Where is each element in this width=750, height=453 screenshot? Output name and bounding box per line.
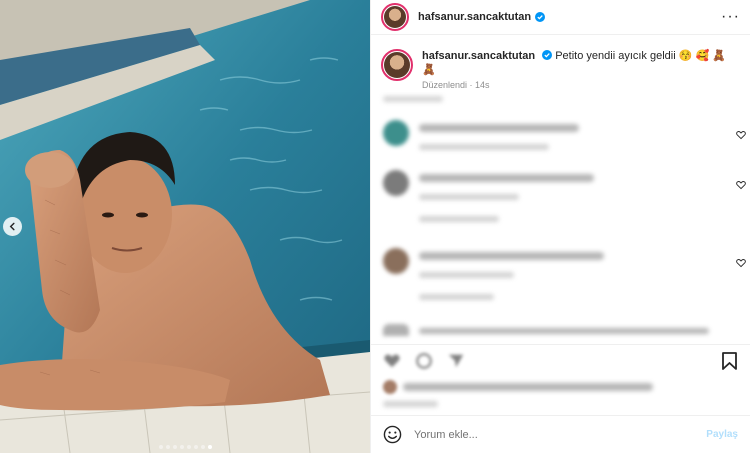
post-comment-button[interactable]: Paylaş xyxy=(706,429,738,440)
comment-avatar[interactable] xyxy=(383,120,409,146)
comment-composer: Paylaş xyxy=(371,415,750,453)
comment-text-redacted xyxy=(419,124,579,132)
comment-input[interactable] xyxy=(414,428,684,441)
emoji-picker-icon[interactable] xyxy=(383,425,402,444)
comment-item xyxy=(371,248,750,324)
hidden-comments-label xyxy=(371,96,750,110)
save-bookmark-icon[interactable] xyxy=(721,351,738,370)
comments-list[interactable] xyxy=(371,92,750,344)
like-comment-heart-icon[interactable] xyxy=(736,180,746,190)
comment-meta-redacted xyxy=(419,144,549,150)
post-date-redacted xyxy=(383,401,438,407)
comment-item xyxy=(371,170,750,248)
like-comment-heart-icon[interactable] xyxy=(736,130,746,140)
carousel-dot xyxy=(186,445,191,449)
likes-summary-redacted xyxy=(383,380,710,407)
carousel-dot xyxy=(165,445,170,449)
like-comment-heart-icon[interactable] xyxy=(736,258,746,268)
verified-badge-icon xyxy=(535,12,546,22)
comment-meta-redacted xyxy=(419,194,519,200)
caption-avatar[interactable] xyxy=(381,49,413,81)
more-options-icon[interactable]: ··· xyxy=(721,8,740,26)
post-actions xyxy=(371,344,750,376)
comment-item xyxy=(371,324,750,344)
comment-text-redacted xyxy=(419,328,709,334)
comment-text-redacted xyxy=(419,252,604,260)
liker-avatar[interactable] xyxy=(383,380,397,394)
comment-text-redacted xyxy=(419,174,594,182)
carousel-dot xyxy=(158,445,163,449)
post-dialog: hafsanur.sancaktutan ··· hafsanur.sancak… xyxy=(0,0,750,453)
post-sidebar: hafsanur.sancaktutan ··· hafsanur.sancak… xyxy=(370,0,750,453)
comment-meta-redacted xyxy=(419,272,514,278)
carousel-dot xyxy=(179,445,184,449)
like-heart-icon[interactable] xyxy=(383,352,401,370)
username-link[interactable]: hafsanur.sancaktutan xyxy=(418,11,531,23)
edited-label: Düzenlendi xyxy=(422,80,468,90)
comment-avatar[interactable] xyxy=(383,248,409,274)
comment-avatar[interactable] xyxy=(383,170,409,196)
avatar[interactable] xyxy=(381,3,409,31)
carousel-dot xyxy=(207,445,212,449)
caption-username[interactable]: hafsanur.sancaktutan xyxy=(422,50,535,62)
pool-photo xyxy=(0,0,370,453)
view-replies-redacted[interactable] xyxy=(419,216,499,222)
comment-item xyxy=(371,120,750,170)
post-header: hafsanur.sancaktutan ··· xyxy=(371,0,750,35)
carousel-dot xyxy=(200,445,205,449)
post-caption: hafsanur.sancaktutan Petito yendii ayıcı… xyxy=(371,35,750,90)
verified-badge-icon xyxy=(542,50,553,60)
carousel-dot xyxy=(172,445,177,449)
carousel-prev-button[interactable] xyxy=(3,217,22,236)
carousel-indicator xyxy=(0,445,370,449)
post-time[interactable]: 14s xyxy=(475,80,490,90)
comment-avatar[interactable] xyxy=(383,324,409,336)
view-replies-redacted[interactable] xyxy=(419,294,494,300)
carousel-dot xyxy=(193,445,198,449)
comment-bubble-icon[interactable] xyxy=(415,352,433,370)
chevron-left-icon xyxy=(9,222,15,231)
post-media[interactable] xyxy=(0,0,370,453)
share-send-icon[interactable] xyxy=(447,352,465,370)
